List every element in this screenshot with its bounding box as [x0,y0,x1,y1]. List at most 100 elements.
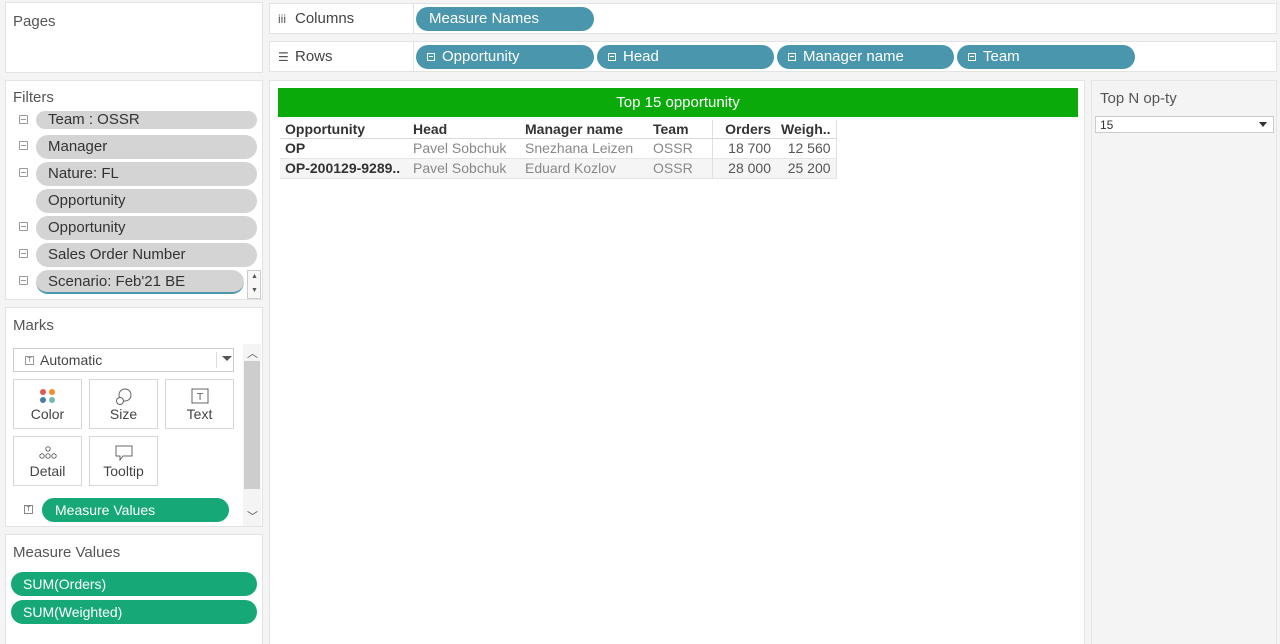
scroll-down-icon[interactable]: ﹀ [247,508,258,524]
column-header-team[interactable]: Team [648,120,712,139]
cell-manager-name[interactable]: Snezhana Leizen [520,138,648,159]
color-button[interactable]: Color [13,379,82,429]
detail-button[interactable]: Detail [13,436,82,486]
filter-pill-opportunity[interactable]: Opportunity [36,189,257,213]
filter-icon [19,115,28,124]
rows-icon: ☰ [278,50,289,64]
filter-item-team[interactable]: Team : OSSR [6,109,262,133]
table-row[interactable]: OP Pavel Sobchuk Snezhana Leizen OSSR 18… [280,138,837,159]
filter-item-manager[interactable]: Manager [6,135,262,159]
filter-icon [19,141,28,150]
table-header-row: Opportunity Head Manager name Team Order… [280,120,837,139]
color-label: Color [30,406,65,422]
filter-pill-opportunity[interactable]: Opportunity [36,216,257,240]
size-button[interactable]: Size [89,379,158,429]
column-header-opportunity[interactable]: Opportunity [280,120,408,139]
cell-weighted[interactable]: 12 560 [776,138,837,159]
columns-icon: iii [278,12,286,26]
filter-item-sales-order-number[interactable]: Sales Order Number [6,243,262,267]
filter-pill-manager[interactable]: Manager [36,135,257,159]
cell-orders[interactable]: 28 000 [711,158,776,179]
cell-head[interactable]: Pavel Sobchuk [408,138,520,159]
measure-values-pill[interactable]: Measure Values [42,498,229,522]
marks-scrollbar[interactable]: ︿ ﹀ [243,344,261,526]
filter-pill-nature[interactable]: Nature: FL [36,162,257,186]
measure-values-title: Measure Values [13,544,121,561]
column-header-manager-name[interactable]: Manager name [520,120,648,139]
row-pill-manager-name[interactable]: Manager name [777,45,954,69]
filters-scrollbar[interactable]: ▲ ▼ [247,270,261,299]
row-pill-team[interactable]: Team [957,45,1135,69]
tooltip-button[interactable]: Tooltip [89,436,158,486]
chevron-down-icon[interactable] [1259,122,1267,127]
pill-label: Opportunity [442,48,520,65]
mark-type-label: Automatic [40,352,103,368]
cell-weighted[interactable]: 25 200 [776,158,837,179]
filter-item-scenario[interactable]: Scenario: Feb'21 BE [6,270,262,294]
cell-head[interactable]: Pavel Sobchuk [408,158,520,179]
pill-label: Manager name [803,48,904,65]
collapse-icon [427,53,435,61]
scroll-down-icon[interactable]: ▼ [251,287,258,294]
marks-card: Marks T Automatic Color Size T Text Deta… [5,307,263,527]
text-mark-icon: T [25,356,34,365]
cell-manager-name[interactable]: Eduard Kozlov [520,158,648,179]
measure-values-shelf[interactable]: Measure Values SUM(Orders) SUM(Weighted) [5,534,263,644]
shelf-divider [413,42,414,71]
crosstab-table: Opportunity Head Manager name Team Order… [280,120,837,179]
columns-label: Columns [295,10,355,27]
pill-label: Measure Names [429,10,540,27]
mark-type-dropdown[interactable]: T Automatic [13,348,234,372]
top-n-dropdown[interactable]: 15 [1095,116,1274,133]
viz-title: Top 15 opportunity [278,88,1078,117]
cell-opportunity[interactable]: OP-200129-9289.. [280,158,408,179]
filter-icon [19,249,28,258]
filter-icon [19,222,28,231]
rows-shelf[interactable]: ☰ Rows Opportunity Head Manager name Tea… [269,41,1277,72]
rows-label: Rows [295,48,333,65]
pages-title: Pages [13,13,56,30]
size-icon [115,388,131,405]
collapse-icon [788,53,796,61]
top-n-title: Top N op-ty [1100,90,1177,107]
measure-pill-sum-orders[interactable]: SUM(Orders) [11,572,257,596]
cell-team[interactable]: OSSR [648,158,712,179]
chevron-down-icon[interactable] [222,356,232,361]
pages-shelf[interactable]: Pages [5,2,263,73]
cell-orders[interactable]: 18 700 [711,138,776,159]
text-icon: T [191,388,208,404]
measure-pill-sum-weighted[interactable]: SUM(Weighted) [11,600,257,624]
column-header-head[interactable]: Head [408,120,520,139]
filter-pill-scenario[interactable]: Scenario: Feb'21 BE [36,270,244,294]
collapse-icon [968,53,976,61]
cell-team[interactable]: OSSR [648,138,712,159]
text-button[interactable]: T Text [165,379,234,429]
svg-text:T: T [195,392,203,403]
row-pill-head[interactable]: Head [597,45,774,69]
text-label: Text [186,406,213,422]
viz-canvas[interactable]: Top 15 opportunity Opportunity Head Mana… [269,80,1085,644]
filters-shelf[interactable]: Filters Team : OSSR Manager Nature: FL O… [5,80,263,300]
column-pill-measure-names[interactable]: Measure Names [416,7,594,31]
tooltip-label: Tooltip [103,463,144,479]
column-header-orders[interactable]: Orders [711,120,776,139]
filter-item-opportunity-2[interactable]: Opportunity [6,216,262,240]
scroll-thumb[interactable] [244,361,260,489]
top-n-parameter-card: Top N op-ty 15 [1091,80,1277,644]
scroll-up-icon[interactable]: ︿ [247,345,258,361]
tooltip-icon [115,445,132,461]
columns-shelf[interactable]: iii Columns Measure Names [269,3,1277,34]
detail-icon [38,446,57,459]
filter-pill-team[interactable]: Team : OSSR [36,111,257,129]
scroll-up-icon[interactable]: ▲ [251,273,258,280]
filter-icon [19,168,28,177]
detail-label: Detail [29,463,66,479]
cell-opportunity[interactable]: OP [280,138,408,159]
filter-item-nature[interactable]: Nature: FL [6,162,262,186]
color-icon [39,389,55,403]
row-pill-opportunity[interactable]: Opportunity [416,45,594,69]
filter-item-opportunity-1[interactable]: Opportunity [6,189,262,213]
table-row[interactable]: OP-200129-9289.. Pavel Sobchuk Eduard Ko… [280,158,837,179]
filter-pill-sales-order-number[interactable]: Sales Order Number [36,243,257,267]
column-header-weighted[interactable]: Weigh.. [776,120,837,139]
